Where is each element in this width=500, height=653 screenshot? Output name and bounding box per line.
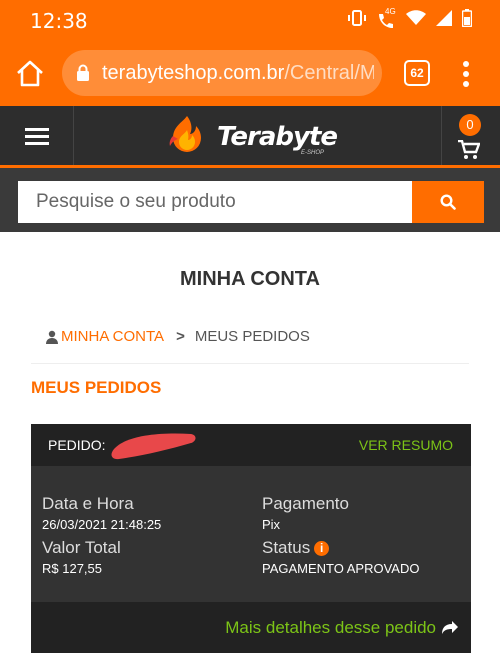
- cart-icon: [458, 140, 480, 159]
- breadcrumb: MINHA CONTA > MEUS PEDIDOS: [46, 328, 310, 345]
- status-value: PAGAMENTO APROVADO: [262, 561, 420, 576]
- total-value: R$ 127,55: [42, 561, 102, 576]
- home-button[interactable]: [14, 58, 46, 90]
- hamburger-line: [25, 142, 49, 145]
- order-footer: Mais detalhes desse pedido: [31, 602, 471, 653]
- share-arrow-icon: [442, 621, 458, 634]
- browser-toolbar: terabyteshop.com.br/Central/M 62: [0, 40, 500, 106]
- url-text: terabyteshop.com.br/Central/M: [102, 62, 374, 85]
- payment-value: Pix: [262, 517, 281, 532]
- browser-menu-button[interactable]: [456, 58, 476, 90]
- site-header: Terabyte E-SHOP 0: [0, 106, 500, 168]
- battery-icon: [461, 9, 473, 32]
- order-header: PEDIDO: VER RESUMO: [31, 424, 471, 466]
- more-details-link[interactable]: Mais detalhes desse pedido: [225, 618, 459, 638]
- wifi-icon: [406, 10, 426, 31]
- search-button[interactable]: [412, 181, 484, 223]
- lock-icon: [77, 64, 89, 81]
- hamburger-line: [25, 135, 49, 138]
- view-summary-link[interactable]: VER RESUMO: [359, 437, 453, 453]
- total-label: Valor Total: [42, 538, 121, 557]
- breadcrumb-link-minha-conta[interactable]: MINHA CONTA: [61, 328, 164, 345]
- breadcrumb-separator-icon: >: [176, 328, 185, 345]
- order-number-label: PEDIDO:: [48, 437, 106, 453]
- page-title: MINHA CONTA: [180, 268, 320, 290]
- payment-label: Pagamento: [262, 494, 349, 513]
- vibrate-icon: [348, 10, 366, 31]
- logo-subtitle: E-SHOP: [301, 150, 325, 156]
- hamburger-menu-button[interactable]: [0, 106, 74, 165]
- search-bar: [0, 168, 500, 232]
- user-icon: [46, 330, 58, 344]
- info-icon[interactable]: i: [314, 541, 330, 556]
- hamburger-line: [25, 128, 49, 131]
- cart-button[interactable]: 0: [441, 106, 500, 165]
- search-input[interactable]: [18, 181, 412, 223]
- order-details: Data e Hora 26/03/2021 21:48:25 Pagament…: [31, 466, 471, 602]
- status-label-wrap: Status i: [262, 538, 330, 558]
- order-card: PEDIDO: VER RESUMO Data e Hora 26/03/202…: [31, 424, 471, 653]
- flame-logo-icon: [169, 116, 201, 152]
- signal-icon: [436, 10, 452, 31]
- tab-switcher-button[interactable]: 62: [404, 60, 430, 86]
- url-path: /Central/M: [284, 62, 374, 84]
- dot: [463, 81, 469, 87]
- redaction-scribble: [111, 433, 196, 460]
- android-status-bar: 12:38 4G: [0, 0, 500, 40]
- home-icon: [17, 60, 43, 87]
- search-icon: [440, 194, 456, 210]
- more-details-label: Mais detalhes desse pedido: [225, 618, 436, 637]
- site-logo[interactable]: Terabyte E-SHOP: [163, 112, 343, 160]
- url-host: terabyteshop.com.br: [102, 62, 285, 84]
- date-value: 26/03/2021 21:48:25: [42, 517, 162, 532]
- breadcrumb-current: MEUS PEDIDOS: [194, 328, 310, 345]
- dot: [463, 71, 469, 77]
- network-type-label: 4G: [385, 6, 396, 16]
- cart-count-badge: 0: [459, 114, 481, 136]
- date-label: Data e Hora: [42, 494, 134, 513]
- divider: [31, 363, 469, 364]
- address-bar[interactable]: terabyteshop.com.br/Central/M: [62, 50, 382, 96]
- status-label: Status: [262, 538, 311, 557]
- call-4g-icon: 4G: [376, 7, 396, 30]
- dot: [463, 61, 469, 67]
- section-title: MEUS PEDIDOS: [31, 378, 162, 397]
- logo-wordmark: Terabyte: [217, 122, 338, 152]
- status-icons: 4G: [348, 7, 473, 32]
- status-time: 12:38: [30, 9, 88, 33]
